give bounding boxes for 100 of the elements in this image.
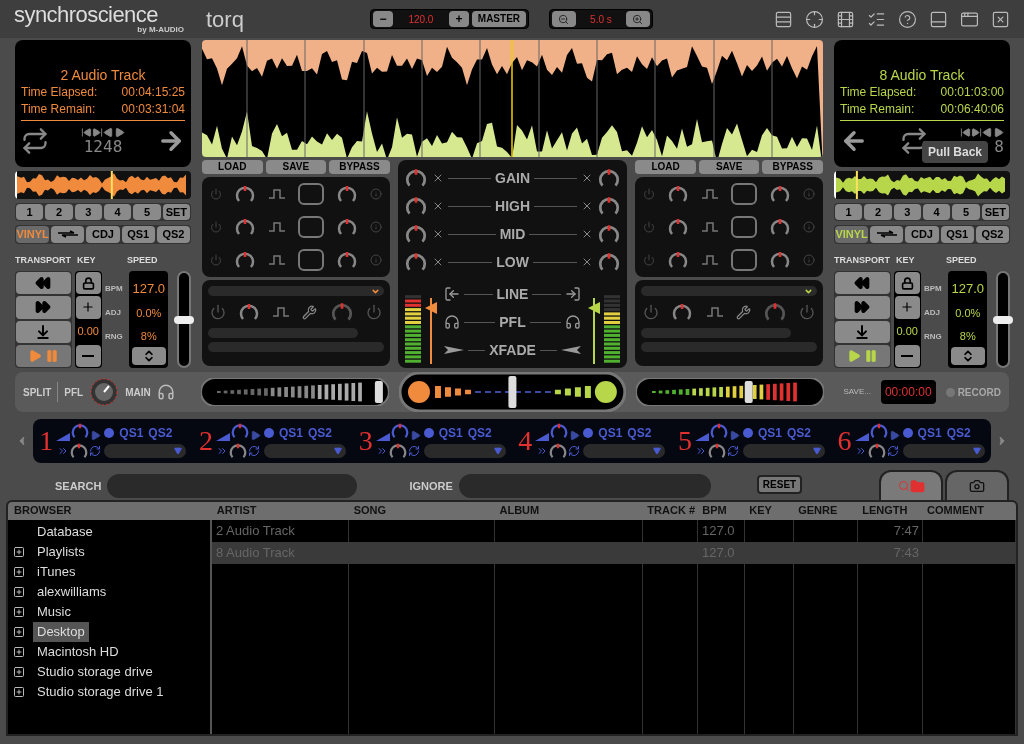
tempo-up-button[interactable]: + xyxy=(448,11,469,27)
hotcue-button[interactable]: SET xyxy=(162,203,190,221)
hotcue-button[interactable]: SET xyxy=(981,203,1009,221)
knob[interactable] xyxy=(707,441,728,461)
zoom-in-button[interactable] xyxy=(625,11,650,27)
play-icon[interactable] xyxy=(888,430,900,441)
cue-mix-knob[interactable] xyxy=(89,377,120,407)
column-header[interactable]: KEY xyxy=(745,502,795,520)
hotcue-button[interactable]: 5 xyxy=(133,203,161,221)
search-field[interactable] xyxy=(107,474,358,498)
knob[interactable] xyxy=(68,441,89,461)
sync-icon[interactable] xyxy=(408,445,421,457)
fx-pad[interactable] xyxy=(297,249,324,272)
tree-item[interactable]: Macintosh HD xyxy=(33,642,123,662)
fx-button[interactable]: BYPASS xyxy=(762,160,823,174)
hotcue-button[interactable]: 1 xyxy=(16,203,44,221)
expand-icon[interactable] xyxy=(13,606,25,618)
tree-item[interactable]: Desktop xyxy=(33,622,89,642)
curve-icon[interactable] xyxy=(561,346,582,354)
track-row[interactable]: 2 Audio Track 127.0 7:47 xyxy=(212,520,1016,542)
tree-item[interactable]: Music xyxy=(33,602,75,622)
expand-icon[interactable] xyxy=(13,586,25,598)
qs1-button[interactable]: QS1 xyxy=(279,424,303,442)
loop-icon[interactable] xyxy=(21,127,49,155)
qs1-button[interactable]: QS1 xyxy=(119,424,144,442)
slot-dropdown[interactable] xyxy=(264,444,346,458)
fx-button[interactable]: LOAD xyxy=(202,160,263,174)
qs2-button[interactable]: QS2 xyxy=(308,424,332,442)
skip-icon[interactable] xyxy=(960,126,1004,138)
fx-button[interactable]: SAVE xyxy=(265,160,327,174)
knob[interactable] xyxy=(868,421,889,441)
deck-fader[interactable] xyxy=(635,378,824,406)
fx-pad[interactable] xyxy=(731,182,758,205)
qs2-button[interactable]: QS2 xyxy=(627,424,652,442)
close-icon[interactable] xyxy=(991,9,1010,29)
pitch-slider[interactable] xyxy=(996,271,1010,368)
minimize-icon[interactable] xyxy=(929,9,948,29)
curve-icon[interactable] xyxy=(443,346,464,354)
knob[interactable] xyxy=(549,421,570,441)
qs1-button[interactable]: QS1 xyxy=(917,424,942,442)
column-header[interactable]: LENGTH xyxy=(858,502,924,520)
mode-button[interactable]: QS1 xyxy=(121,225,155,243)
list-icon[interactable] xyxy=(774,9,793,29)
line-input-icon[interactable] xyxy=(565,286,582,302)
hotcue-button[interactable]: 4 xyxy=(923,203,951,221)
fx-button[interactable]: BYPASS xyxy=(329,160,390,174)
knob[interactable] xyxy=(388,441,409,461)
slot-dropdown[interactable] xyxy=(583,444,666,458)
skip-icon[interactable] xyxy=(81,126,125,138)
key-lock-button[interactable] xyxy=(894,272,920,295)
headphones-icon[interactable] xyxy=(156,383,175,401)
knob[interactable] xyxy=(230,421,250,441)
browser-tab[interactable] xyxy=(879,470,943,500)
hotcue-button[interactable]: 1 xyxy=(835,203,863,221)
hotcue-button[interactable]: 2 xyxy=(864,203,892,221)
qs2-button[interactable]: QS2 xyxy=(467,424,492,442)
mode-button[interactable]: QS1 xyxy=(940,225,974,243)
column-header[interactable]: ALBUM xyxy=(495,502,644,520)
tree-item[interactable]: Studio storage drive 1 xyxy=(33,682,168,702)
pitch-slider[interactable] xyxy=(177,271,191,368)
hotcue-button[interactable]: 2 xyxy=(45,203,73,221)
forward-icon[interactable] xyxy=(535,445,548,457)
power-icon[interactable] xyxy=(210,304,226,320)
hotcue-button[interactable]: 3 xyxy=(74,203,102,221)
crossfader[interactable] xyxy=(398,372,626,412)
tree-item[interactable]: Studio storage drive xyxy=(33,662,157,682)
loop-icon[interactable] xyxy=(900,127,928,155)
expand-icon[interactable] xyxy=(13,646,25,658)
mode-button[interactable] xyxy=(870,225,904,243)
fx-pad[interactable] xyxy=(731,249,758,272)
key-down-button[interactable] xyxy=(75,344,101,367)
qs1-button[interactable]: QS1 xyxy=(757,424,782,442)
tempo-down-button[interactable]: − xyxy=(372,11,393,27)
expand-icon[interactable] xyxy=(13,626,25,638)
power-icon[interactable] xyxy=(643,304,660,320)
knob[interactable] xyxy=(708,421,729,441)
column-header[interactable]: GENRE xyxy=(794,502,859,520)
deck-fader[interactable] xyxy=(200,378,389,406)
zoom-out-button[interactable] xyxy=(551,11,576,27)
fx-pad[interactable] xyxy=(297,216,324,238)
fast-forward-button[interactable] xyxy=(16,296,71,319)
qs1-button[interactable]: QS1 xyxy=(438,424,463,442)
rewind-button[interactable] xyxy=(835,272,890,295)
mode-button[interactable]: QS2 xyxy=(156,225,190,243)
cue-button[interactable] xyxy=(16,320,71,343)
mode-button[interactable]: CDJ xyxy=(905,225,939,243)
expand-icon[interactable] xyxy=(13,666,25,678)
slot-dropdown[interactable] xyxy=(423,444,506,458)
column-header[interactable]: TRACK # xyxy=(643,502,699,520)
play-pause-button[interactable] xyxy=(16,344,71,367)
play-icon[interactable] xyxy=(728,430,740,441)
sync-icon[interactable] xyxy=(88,445,101,457)
key-up-button[interactable] xyxy=(75,296,101,319)
hotcue-button[interactable]: 3 xyxy=(893,203,921,221)
tree-item[interactable]: iTunes xyxy=(33,562,80,582)
pitch-range-button[interactable] xyxy=(950,347,985,365)
expand-icon[interactable] xyxy=(13,546,25,558)
play-pause-button[interactable] xyxy=(835,344,890,367)
crosshair-icon[interactable] xyxy=(805,9,824,29)
fx-pad[interactable] xyxy=(731,216,758,238)
